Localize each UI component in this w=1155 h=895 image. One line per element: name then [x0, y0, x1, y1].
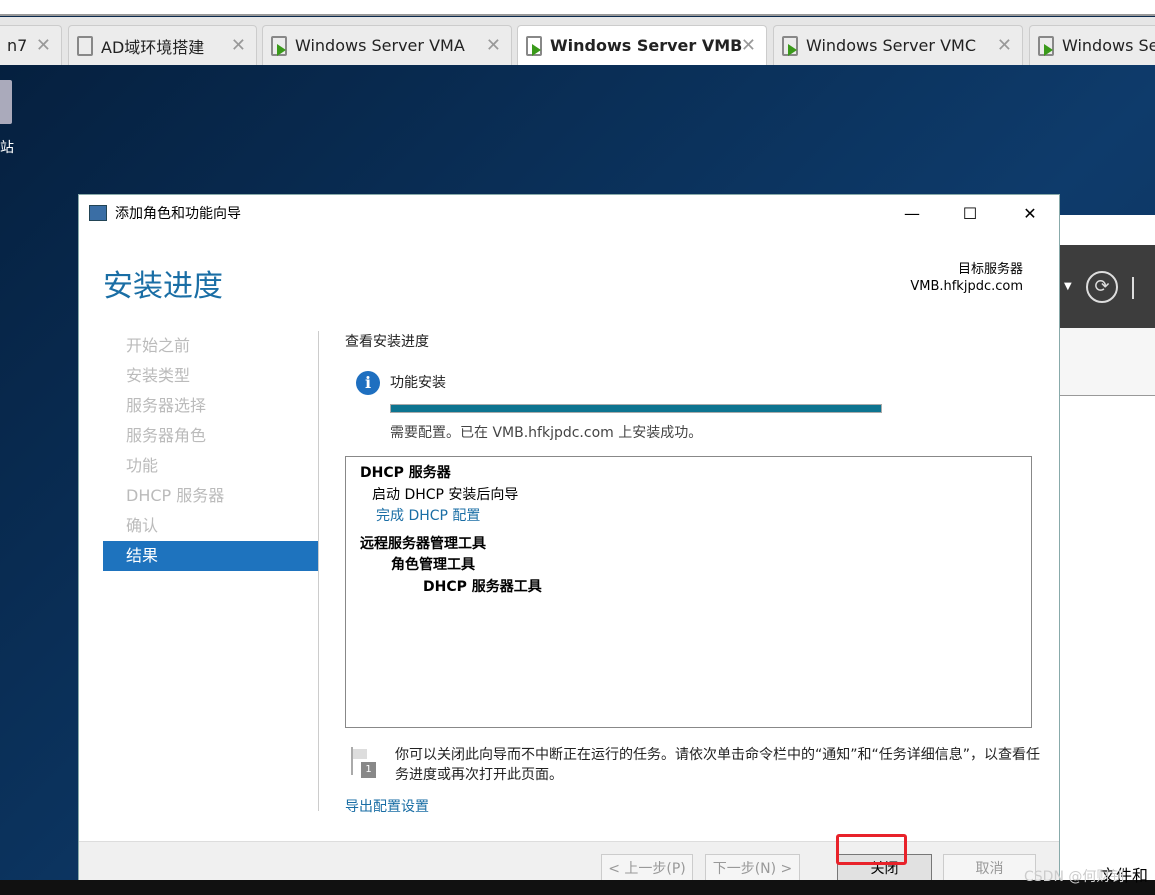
tab-label: Windows Server VMA: [295, 36, 465, 55]
tab-label: Windows Server VMB: [550, 36, 743, 55]
nav-item-before-you-begin: 开始之前: [126, 336, 191, 355]
tab-vm-more[interactable]: Windows Se: [1029, 25, 1155, 65]
divider: [1132, 277, 1134, 299]
nav-item-results[interactable]: 结果: [103, 541, 318, 571]
wizard-nav: 开始之前 安装类型 服务器选择 服务器角色 功能 DHCP 服务器 确认 结果: [103, 331, 318, 571]
tab-ad[interactable]: AD域环境搭建 ✕: [68, 25, 257, 65]
progress-fill: [391, 405, 881, 412]
vm-running-icon: [271, 35, 287, 56]
close-tab-icon[interactable]: ✕: [231, 35, 246, 56]
result-item: 角色管理工具: [391, 557, 475, 573]
next-button[interactable]: 下一步(N) >: [705, 854, 800, 882]
install-status: 需要配置。已在 VMB.hfkjpdc.com 上安装成功。: [390, 425, 703, 441]
tab-label: Windows Se: [1062, 36, 1155, 55]
nav-item-install-type: 安装类型: [126, 366, 191, 385]
target-server: 目标服务器 VMB.hfkjpdc.com: [910, 261, 1023, 295]
nav-item-dhcp-server: DHCP 服务器: [126, 486, 225, 505]
server-manager-window: ▼ ⟳: [1060, 215, 1155, 880]
result-item: DHCP 服务器: [360, 465, 451, 481]
app-toolbar: [0, 0, 1155, 16]
watermark: CSDN @何财钊: [1024, 869, 1125, 885]
section-label: 查看安装进度: [345, 334, 429, 350]
vm-icon: [77, 35, 93, 56]
target-server-name: VMB.hfkjpdc.com: [910, 279, 1023, 294]
close-tab-icon[interactable]: ✕: [741, 35, 756, 56]
minimize-button[interactable]: —: [889, 195, 935, 231]
title-bar: 添加角色和功能向导 — ☐ ✕: [79, 195, 1059, 231]
add-roles-wizard-dialog: 添加角色和功能向导 — ☐ ✕ 安装进度 目标服务器 VMB.hfkjpdc.c…: [78, 194, 1060, 882]
previous-button[interactable]: < 上一步(P): [601, 854, 693, 882]
cancel-button[interactable]: 取消: [943, 854, 1036, 882]
tab-vma[interactable]: Windows Server VMA ✕: [262, 25, 512, 65]
flag-badge: 1: [361, 762, 376, 778]
feature-install-label: 功能安装: [390, 375, 446, 391]
tab-vmc[interactable]: Windows Server VMC ✕: [773, 25, 1023, 65]
recycle-bin-label: 站: [0, 140, 14, 156]
nav-item-confirmation: 确认: [126, 516, 159, 535]
target-server-label: 目标服务器: [957, 262, 1023, 277]
taskbar: [0, 880, 1155, 895]
complete-dhcp-config-link[interactable]: 完成 DHCP 配置: [360, 506, 1017, 528]
result-item: DHCP 服务器工具: [423, 578, 542, 595]
nav-item-server-selection: 服务器选择: [126, 396, 207, 415]
server-manager-command-bar: ▼ ⟳: [1060, 245, 1155, 328]
recycle-bin-icon[interactable]: [0, 80, 12, 124]
results-list: DHCP 服务器 启动 DHCP 安装后向导 完成 DHCP 配置 远程服务器管…: [345, 456, 1032, 728]
server-manager-icon: [89, 205, 107, 221]
close-tab-icon[interactable]: ✕: [486, 35, 501, 56]
vm-running-icon: [1038, 35, 1054, 56]
install-progress-bar: [390, 404, 882, 413]
refresh-icon[interactable]: ⟳: [1086, 271, 1118, 303]
page-title: 安装进度: [103, 269, 223, 304]
tab-strip: n7 ✕ AD域环境搭建 ✕ Windows Server VMA ✕ Windows…: [0, 17, 1155, 65]
server-manager-header: [1060, 328, 1155, 396]
tab-vmb[interactable]: Windows Server VMB ✕: [517, 25, 767, 65]
dropdown-icon[interactable]: ▼: [1064, 281, 1072, 292]
tab-vm-win7[interactable]: n7 ✕: [0, 25, 62, 65]
divider: [318, 331, 319, 811]
window-title: 添加角色和功能向导: [115, 206, 241, 222]
close-tab-icon[interactable]: ✕: [997, 35, 1012, 56]
tab-label: n7: [7, 36, 28, 55]
info-icon: i: [356, 371, 380, 395]
vm-running-icon: [526, 35, 542, 56]
button-bar: < 上一步(P) 下一步(N) > 关闭 取消: [79, 841, 1059, 882]
nav-item-server-roles: 服务器角色: [126, 426, 207, 445]
nav-item-features: 功能: [126, 456, 159, 475]
notification-flag-icon: 1: [349, 747, 377, 779]
export-config-link[interactable]: 导出配置设置: [345, 796, 429, 816]
result-item: 远程服务器管理工具: [360, 535, 486, 552]
tab-label: Windows Server VMC: [806, 36, 976, 55]
close-window-button[interactable]: ✕: [1007, 195, 1053, 231]
annotation-highlight-box: [836, 834, 907, 865]
vm-running-icon: [782, 35, 798, 56]
tab-label: AD域环境搭建: [101, 37, 205, 57]
info-note: 你可以关闭此向导而不中断正在运行的任务。请依次单击命令栏中的“通知”和“任务详细…: [395, 747, 1041, 783]
close-tab-icon[interactable]: ✕: [36, 35, 51, 56]
result-item: 启动 DHCP 安装后向导: [372, 486, 519, 503]
maximize-button[interactable]: ☐: [947, 195, 993, 231]
